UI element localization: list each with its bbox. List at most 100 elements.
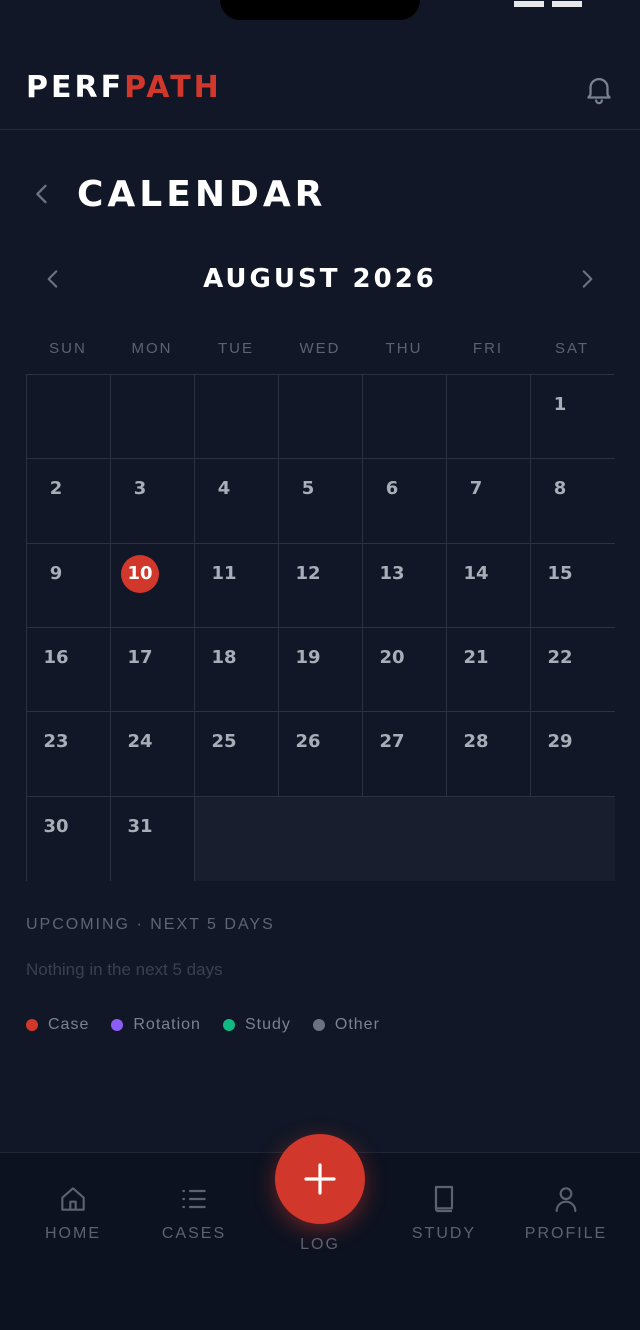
calendar-day-number: 11 bbox=[211, 562, 237, 584]
calendar-empty-cell bbox=[111, 375, 195, 460]
legend-item-case: Case bbox=[26, 1014, 89, 1036]
calendar-empty-cell bbox=[363, 375, 447, 460]
legend: Case Rotation Study Other bbox=[26, 1014, 402, 1036]
calendar-day-cell[interactable]: 31 bbox=[111, 796, 195, 881]
calendar-day-cell[interactable]: 26 bbox=[279, 712, 363, 797]
calendar-empty-cell bbox=[195, 375, 279, 460]
calendar-day-number: 13 bbox=[379, 562, 405, 584]
device-notch bbox=[220, 0, 420, 20]
calendar-empty-cell bbox=[27, 375, 111, 460]
calendar-empty-cell bbox=[447, 375, 531, 460]
calendar-day-number: 19 bbox=[295, 646, 321, 668]
calendar-day-number: 16 bbox=[43, 646, 69, 668]
calendar-day-number: 27 bbox=[379, 731, 405, 753]
calendar-day-number: 6 bbox=[385, 478, 399, 500]
calendar-day-number: 12 bbox=[295, 562, 321, 584]
nav-home[interactable]: HOME bbox=[18, 1183, 128, 1245]
calendar-day-cell[interactable]: 19 bbox=[279, 627, 363, 713]
calendar-day-cell[interactable]: 25 bbox=[195, 712, 279, 797]
app-logo[interactable]: PERFPATH bbox=[26, 70, 222, 106]
weekday-header: SUN MON TUE WED THU FRI SAT bbox=[26, 338, 614, 360]
weekday-label: SUN bbox=[49, 340, 87, 357]
month-label: AUGUST 2026 bbox=[203, 264, 437, 294]
chevron-right-icon bbox=[582, 270, 593, 288]
calendar-day-number: 14 bbox=[463, 562, 489, 584]
calendar-day-cell[interactable]: 4 bbox=[195, 459, 279, 544]
calendar-day-cell[interactable]: 20 bbox=[363, 627, 447, 713]
calendar-day-cell[interactable]: 12 bbox=[279, 543, 363, 628]
calendar-day-number: 23 bbox=[43, 731, 69, 753]
calendar-day-cell[interactable]: 8 bbox=[531, 459, 615, 544]
page-title: CALENDAR bbox=[77, 174, 327, 215]
calendar-day-number: 25 bbox=[211, 731, 237, 753]
calendar-day-cell[interactable]: 13 bbox=[363, 543, 447, 628]
legend-item-other: Other bbox=[312, 1014, 380, 1036]
calendar-day-cell[interactable]: 17 bbox=[111, 627, 195, 713]
calendar-day-cell[interactable]: 28 bbox=[447, 712, 531, 797]
calendar-day-cell[interactable]: 5 bbox=[279, 459, 363, 544]
legend-label: Rotation bbox=[133, 1016, 201, 1033]
calendar-empty-cell bbox=[447, 796, 531, 881]
calendar-day-number: 9 bbox=[49, 562, 63, 584]
calendar-day-number: 29 bbox=[547, 731, 573, 753]
logo-part-2: PATH bbox=[124, 70, 222, 105]
calendar-day-cell[interactable]: 16 bbox=[27, 627, 111, 713]
legend-dot bbox=[222, 1019, 235, 1031]
calendar-day-number: 26 bbox=[295, 731, 321, 753]
status-bar-indicators bbox=[506, 0, 586, 7]
calendar-grid: 1 2 3 4 5 6 7 8 9 10 11 12 13 14 15 16 17 18 19 20 21 22 23 24 2… bbox=[26, 374, 615, 881]
calendar-day-cell[interactable]: 24 bbox=[111, 712, 195, 797]
nav-profile[interactable]: PROFILE bbox=[511, 1183, 621, 1245]
plus-icon bbox=[304, 1163, 336, 1195]
calendar-day-number: 21 bbox=[463, 646, 489, 668]
next-month-button[interactable] bbox=[574, 266, 600, 292]
calendar-day-cell[interactable]: 29 bbox=[531, 712, 615, 797]
calendar-empty-cell bbox=[363, 796, 447, 881]
prev-month-button[interactable] bbox=[40, 266, 66, 292]
calendar-day-number: 30 bbox=[43, 815, 69, 837]
calendar-day-cell[interactable]: 27 bbox=[363, 712, 447, 797]
legend-dot bbox=[26, 1019, 38, 1031]
calendar-day-number: 28 bbox=[463, 731, 489, 753]
nav-log-label: LOG bbox=[300, 1236, 340, 1253]
calendar-day-number: 31 bbox=[127, 815, 153, 837]
calendar-day-cell[interactable]: 21 bbox=[447, 627, 531, 713]
calendar-day-cell[interactable]: 14 bbox=[447, 543, 531, 628]
legend-label: Other bbox=[334, 1016, 380, 1033]
app-header: PERFPATH bbox=[0, 40, 640, 130]
calendar-day-cell[interactable]: 9 bbox=[27, 543, 111, 628]
calendar-day-cell[interactable]: 15 bbox=[531, 543, 615, 628]
weekday-label: FRI bbox=[472, 340, 504, 357]
weekday-label: WED bbox=[299, 340, 341, 357]
calendar-day-cell[interactable]: 6 bbox=[363, 459, 447, 544]
nav-cases[interactable]: CASES bbox=[139, 1183, 249, 1245]
calendar-day-cell[interactable]: 3 bbox=[111, 459, 195, 544]
calendar-day-cell[interactable]: 23 bbox=[27, 712, 111, 797]
calendar-day-cell[interactable]: 2 bbox=[27, 459, 111, 544]
log-fab-button[interactable] bbox=[275, 1134, 365, 1224]
calendar-day-number: 24 bbox=[127, 731, 153, 753]
calendar-day-cell[interactable]: 7 bbox=[447, 459, 531, 544]
calendar-day-cell[interactable]: 11 bbox=[195, 543, 279, 628]
legend-label: Study bbox=[244, 1016, 291, 1033]
calendar-day-cell[interactable]: 22 bbox=[531, 627, 615, 713]
logo-part-1: PERF bbox=[26, 70, 125, 105]
calendar-day-number: 2 bbox=[49, 478, 63, 500]
nav-study[interactable]: STUDY bbox=[389, 1183, 499, 1245]
calendar-day-number: 8 bbox=[553, 478, 567, 500]
calendar-day-cell[interactable]: 18 bbox=[195, 627, 279, 713]
calendar-day-number: 20 bbox=[379, 646, 405, 668]
back-button[interactable] bbox=[28, 180, 56, 208]
weekday-label: MON bbox=[131, 340, 173, 357]
calendar-day-cell[interactable]: 30 bbox=[27, 796, 111, 881]
nav-study-label: STUDY bbox=[411, 1225, 477, 1242]
bell-icon[interactable] bbox=[582, 72, 616, 106]
calendar-day-cell[interactable]: 1 bbox=[531, 375, 615, 460]
calendar-day-number: 5 bbox=[301, 478, 315, 500]
chevron-left-icon bbox=[47, 270, 58, 288]
calendar-day-cell[interactable]: 10 bbox=[111, 543, 195, 628]
calendar-day-number: 17 bbox=[127, 646, 153, 668]
weekday-label: THU bbox=[385, 340, 423, 357]
upcoming-empty-message: Nothing in the next 5 days bbox=[26, 960, 223, 979]
calendar-day-number: 4 bbox=[217, 478, 231, 500]
